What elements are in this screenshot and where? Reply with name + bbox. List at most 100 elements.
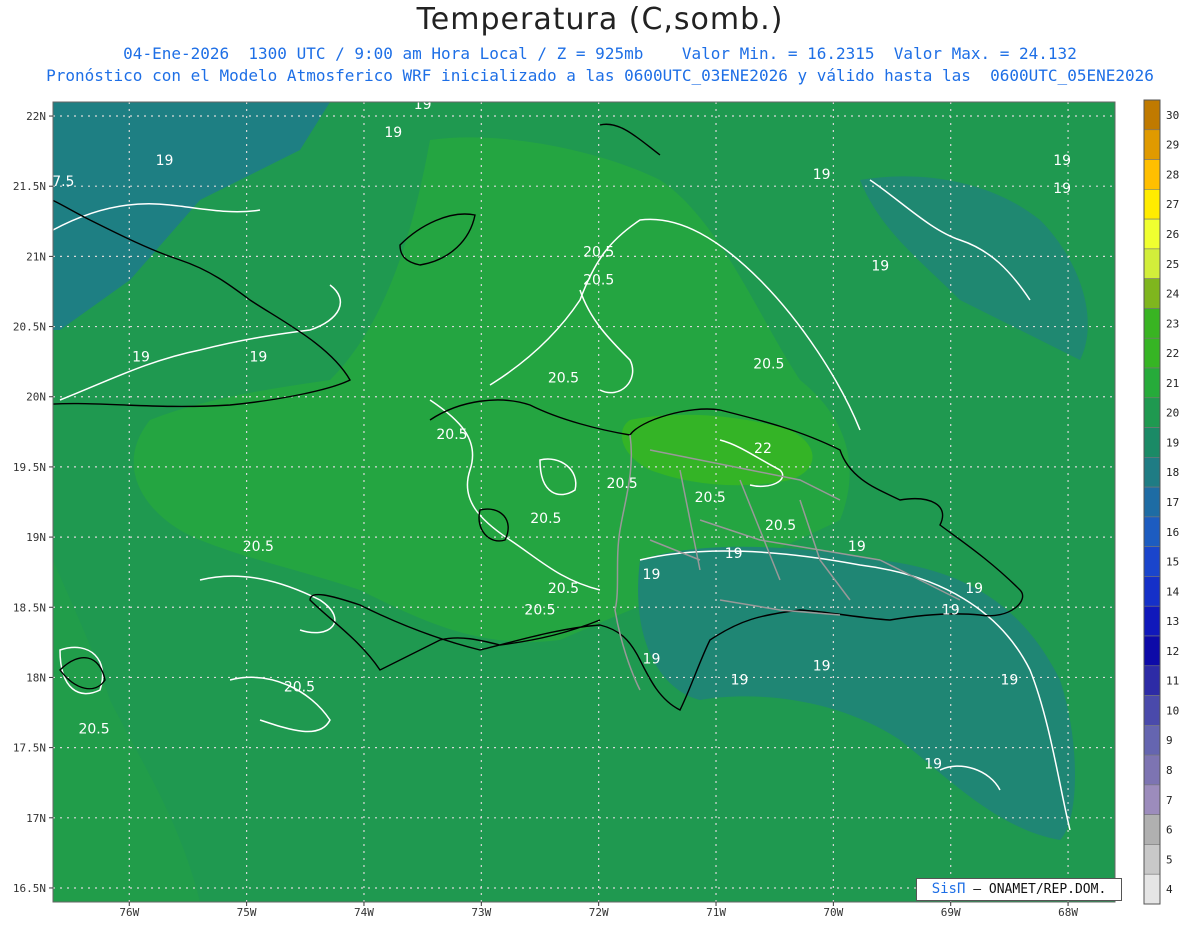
lon-label: 74W xyxy=(354,906,374,919)
colorbar-label: 13 xyxy=(1166,615,1179,628)
colorbar: 30 29 28 27 26 25 24 23 22 21 20 19 18 17 16 15 14 13 12 11… xyxy=(1143,99,1180,905)
colorbar-label: 6 xyxy=(1166,824,1173,837)
colorbar-swatch xyxy=(1143,576,1161,607)
contour-label: 17.5 xyxy=(43,174,74,190)
contour-label: 20.5 xyxy=(243,539,274,555)
contour-label: 20.5 xyxy=(765,518,796,534)
contour-label: 19 xyxy=(924,757,942,773)
colorbar-label: 18 xyxy=(1166,466,1179,479)
contour-label: 19 xyxy=(871,258,889,274)
colorbar-label: 26 xyxy=(1166,228,1179,241)
colorbar-label: 5 xyxy=(1166,853,1173,866)
contour-label: 19 xyxy=(384,125,402,141)
lat-label: 22N xyxy=(26,110,46,123)
colorbar-label: 15 xyxy=(1166,556,1179,569)
lon-label: 72W xyxy=(589,906,609,919)
colorbar-swatch xyxy=(1143,337,1161,369)
colorbar-swatch xyxy=(1143,516,1161,547)
colorbar-label: 27 xyxy=(1166,198,1179,211)
lat-label: 17N xyxy=(26,812,46,825)
contour-label: 19 xyxy=(848,539,866,555)
colorbar-label: 11 xyxy=(1166,675,1179,688)
lon-label: 71W xyxy=(706,906,726,919)
colorbar-label: 28 xyxy=(1166,168,1179,181)
contour-label: 19 xyxy=(249,350,267,366)
colorbar-swatch xyxy=(1143,99,1161,131)
contour-label: 20.5 xyxy=(524,602,555,618)
colorbar-label: 17 xyxy=(1166,496,1179,509)
lat-label: 18N xyxy=(26,671,46,684)
lat-label: 21.5N xyxy=(13,180,46,193)
colorbar-swatch xyxy=(1143,605,1161,637)
colorbar-label: 30 xyxy=(1166,109,1179,122)
colorbar-label: 25 xyxy=(1166,258,1179,271)
contour-label: 20.5 xyxy=(78,722,109,738)
contour-label: 20.5 xyxy=(436,427,467,443)
contour-label: 20.5 xyxy=(530,511,561,527)
colorbar-swatch xyxy=(1143,397,1161,428)
contour-label: 22 xyxy=(754,441,772,457)
contour-label: 19 xyxy=(156,153,174,169)
colorbar-swatch xyxy=(1143,308,1161,339)
colorbar-label: 21 xyxy=(1166,377,1179,390)
colorbar-label: 24 xyxy=(1166,288,1180,301)
colorbar-swatch xyxy=(1143,665,1161,696)
lon-label: 68W xyxy=(1058,906,1078,919)
colorbar-label: 8 xyxy=(1166,764,1173,777)
colorbar-swatch xyxy=(1143,784,1161,815)
colorbar-label: 29 xyxy=(1166,139,1179,152)
lon-label: 76W xyxy=(119,906,139,919)
colorbar-swatch xyxy=(1143,635,1161,667)
colorbar-label: 7 xyxy=(1166,794,1173,807)
lat-label: 20N xyxy=(26,391,46,404)
contour-label: 19 xyxy=(965,581,983,597)
contour-label: 19 xyxy=(643,651,661,667)
lon-label: 70W xyxy=(823,906,843,919)
contour-label: 20.5 xyxy=(548,581,579,597)
colorbar-swatch xyxy=(1143,814,1161,845)
contour-label: 19 xyxy=(643,567,661,583)
colorbar-label: 22 xyxy=(1166,347,1179,360)
colorbar-swatch xyxy=(1143,427,1161,458)
contour-label: 19 xyxy=(731,672,749,688)
colorbar-swatch xyxy=(1143,725,1161,756)
contour-label: 19 xyxy=(1053,153,1071,169)
lat-label: 19.5N xyxy=(13,461,46,474)
contour-label: 19 xyxy=(725,546,743,562)
colorbar-swatch xyxy=(1143,873,1161,905)
colorbar-swatch xyxy=(1143,159,1161,190)
longitude-labels: 76W 75W 74W 73W 72W 71W 70W 69W 68W xyxy=(119,902,1078,919)
contour-label: 19 xyxy=(813,167,831,183)
colorbar-label: 16 xyxy=(1166,526,1179,539)
contour-label: 20.5 xyxy=(548,371,579,387)
lat-label: 16.5N xyxy=(13,882,46,895)
colorbar-label: 14 xyxy=(1166,585,1180,598)
contour-label: 19 xyxy=(1053,181,1071,197)
contour-label: 19 xyxy=(414,97,432,113)
colorbar-swatch xyxy=(1143,248,1161,279)
contour-label: 20.5 xyxy=(583,244,614,260)
lon-label: 73W xyxy=(471,906,491,919)
colorbar-label: 10 xyxy=(1166,704,1179,717)
lat-label: 20.5N xyxy=(13,321,46,334)
colorbar-swatch xyxy=(1143,278,1161,309)
colorbar-label: 12 xyxy=(1166,645,1179,658)
colorbar-swatch xyxy=(1143,218,1161,250)
colorbar-swatch xyxy=(1143,844,1161,875)
colorbar-swatch xyxy=(1143,189,1161,220)
credit-brand: SisΠ xyxy=(931,881,966,897)
colorbar-swatch xyxy=(1143,129,1161,160)
colorbar-swatch xyxy=(1143,754,1161,786)
latitude-labels: 22N 21.5N 21N 20.5N 20N 19.5N 19N 18.5N 18N 17.5N… xyxy=(13,110,53,895)
colorbar-swatch xyxy=(1143,367,1161,399)
contour-label: 20.5 xyxy=(607,476,638,492)
colorbar-swatch xyxy=(1143,486,1161,518)
map-field: 19 19 19 17.5 19 19 20.5 20.5 20.5 20.5 20.5 22 20.5… xyxy=(43,97,1115,902)
contour-label: 20.5 xyxy=(583,272,614,288)
credit-box: SisΠ – ONAMET/REP.DOM. xyxy=(916,878,1122,901)
colorbar-swatch xyxy=(1143,546,1161,577)
contour-label: 20.5 xyxy=(753,357,784,373)
lat-label: 17.5N xyxy=(13,742,46,755)
colorbar-label: 4 xyxy=(1166,883,1173,896)
contour-label: 20.5 xyxy=(284,679,315,695)
